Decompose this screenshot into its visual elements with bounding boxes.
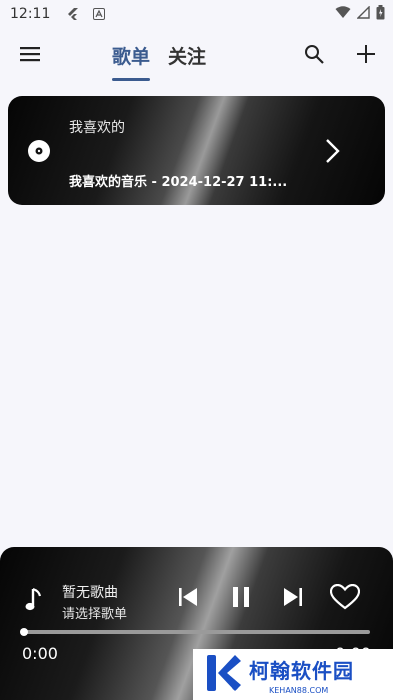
add-icon (357, 45, 375, 67)
chevron-right-icon (321, 138, 345, 164)
skip-next-icon (282, 587, 304, 611)
favorite-button[interactable] (329, 583, 361, 614)
watermark-title: 柯翰软件园 (249, 658, 354, 683)
next-button[interactable] (279, 585, 307, 613)
playlist-card[interactable]: 我喜欢的 我喜欢的音乐 - 2024-12-27 11:... (8, 96, 385, 205)
search-button[interactable] (294, 36, 334, 76)
heart-outline-icon (329, 583, 361, 614)
menu-icon (20, 46, 40, 66)
previous-button[interactable] (174, 585, 202, 613)
skip-previous-icon (177, 587, 199, 611)
pause-icon (231, 586, 251, 612)
disc-icon (27, 139, 51, 163)
song-subtitle: 请选择歌单 (62, 607, 128, 622)
tab-bar: 歌单 关注 (112, 42, 206, 81)
playlist-name: 我喜欢的 (69, 120, 125, 136)
tab-playlists[interactable]: 歌单 (112, 42, 151, 81)
wifi-icon (335, 5, 351, 23)
pause-button[interactable] (227, 585, 255, 613)
tab-following[interactable]: 关注 (168, 42, 206, 81)
flutter-icon (66, 7, 80, 21)
search-icon (304, 44, 324, 68)
progress-slider[interactable] (24, 630, 370, 634)
add-button[interactable] (346, 36, 386, 76)
progress-thumb[interactable] (20, 628, 28, 636)
signal-icon (356, 4, 370, 23)
music-note-icon (24, 587, 46, 613)
status-time: 12:11 (10, 6, 51, 22)
song-title: 暂无歌曲 (62, 585, 118, 601)
app-notification-icon (92, 7, 106, 21)
playlist-description: 我喜欢的音乐 - 2024-12-27 11:... (69, 175, 288, 190)
watermark-url: KEHAN88.COM (269, 685, 329, 695)
kehan-logo-icon (205, 653, 241, 697)
menu-button[interactable] (10, 36, 50, 76)
battery-icon (376, 4, 385, 24)
status-bar: 12:11 (0, 0, 393, 28)
current-time: 0:00 (22, 644, 58, 663)
top-app-bar: 歌单 关注 (0, 36, 393, 82)
watermark-logo: 柯翰软件园 KEHAN88.COM (193, 649, 393, 700)
